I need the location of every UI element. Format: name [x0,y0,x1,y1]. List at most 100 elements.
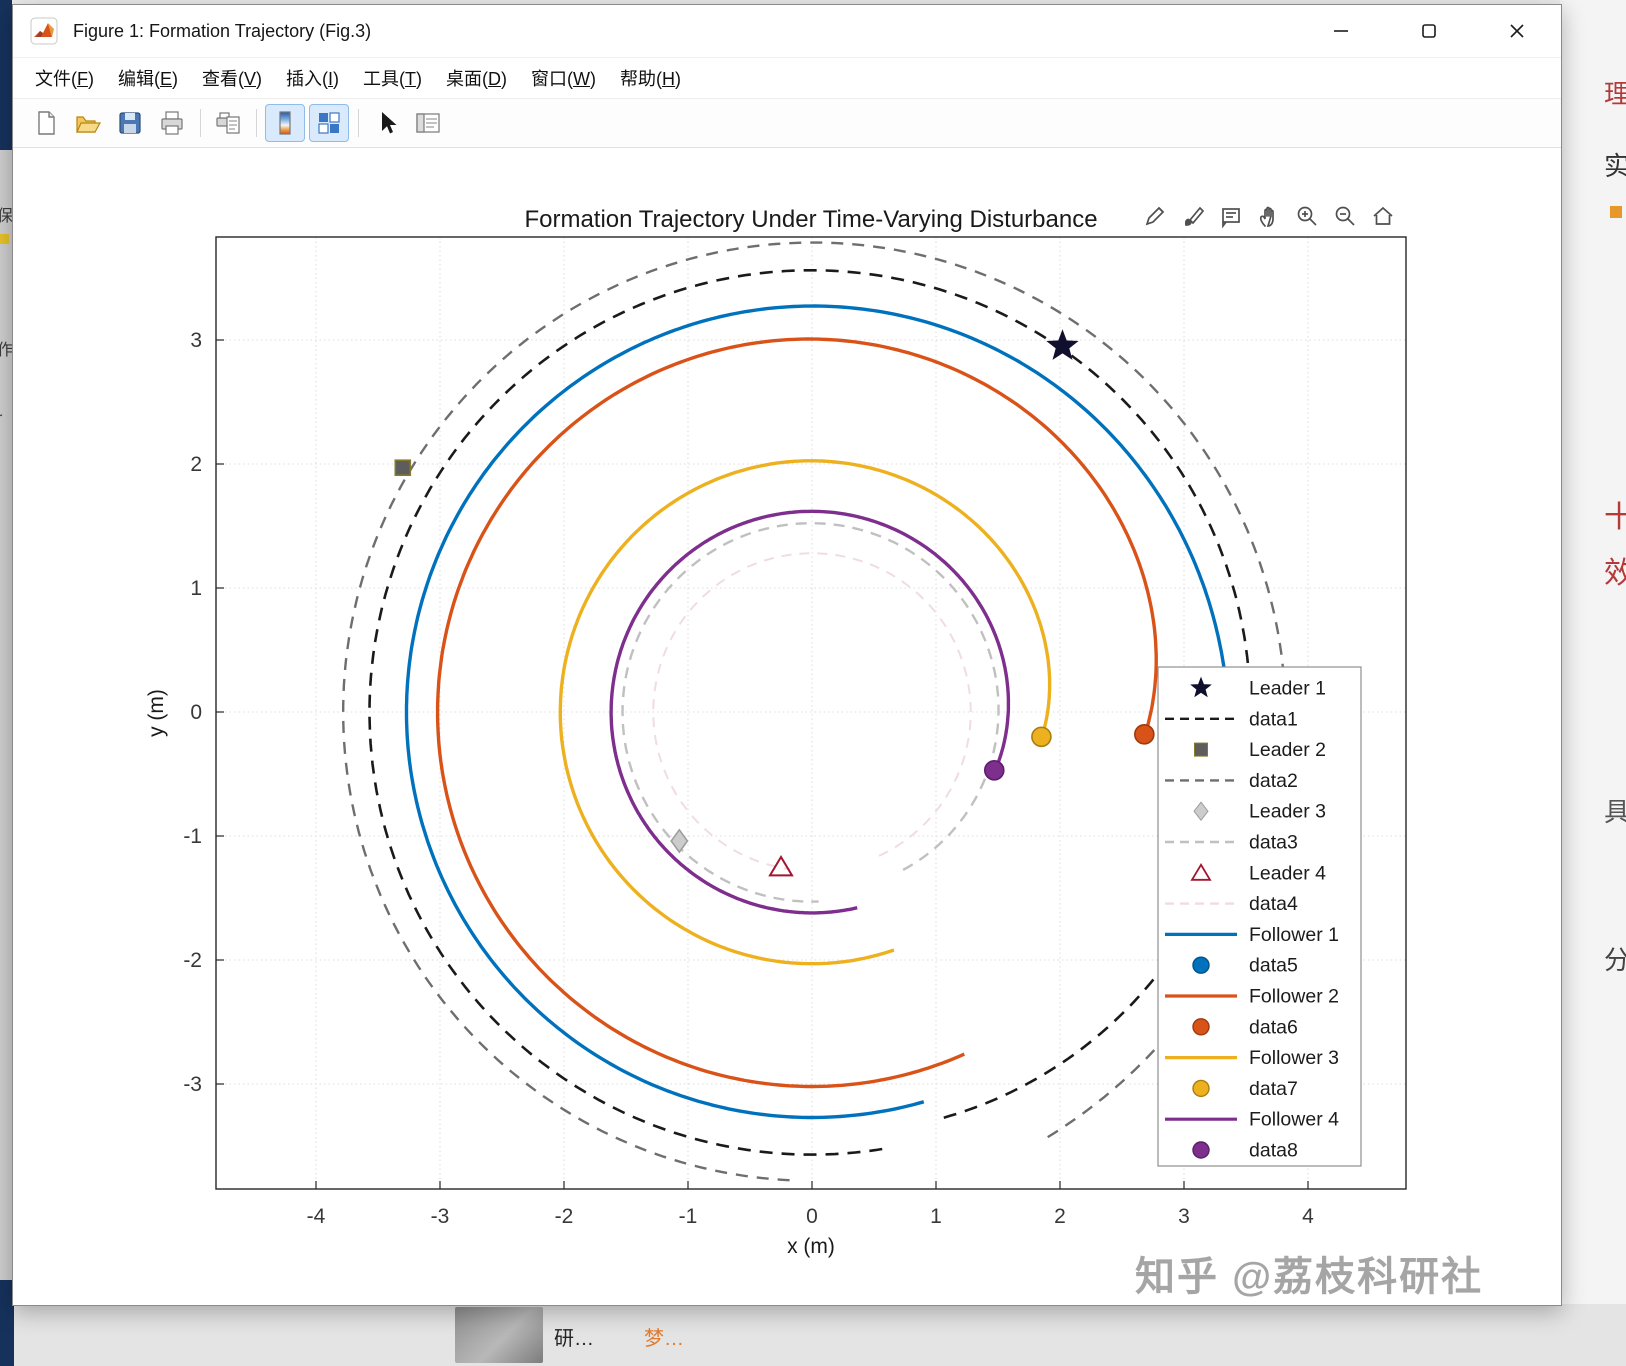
marker-leader-3 [670,828,689,854]
toolbar [13,98,1561,148]
x-tick-label: 2 [1054,1205,1066,1228]
menu-item-1[interactable]: 编辑(E) [106,60,190,96]
maximize-icon [1422,24,1436,38]
window-controls [1297,5,1561,57]
marker-data8 [983,759,1005,781]
x-tick-label: -2 [555,1205,574,1228]
brush-data-button[interactable] [1179,202,1206,229]
bottom-thumbnail [455,1307,543,1363]
marker-leader-2 [394,459,412,477]
background-right-edge: 理 实 十 效 具 分 [1560,0,1626,1366]
print-preview-button[interactable] [209,105,247,141]
trajectory-plot: -4 -3 -2 -1 0 1 2 3 4 -3 -2 -1 0 1 2 3 Formation Traject… [145,206,1407,1258]
restore-view-button[interactable] [1369,202,1396,229]
right-orange-chip [1610,206,1622,218]
background-left-edge: 保 作 r [0,0,12,1366]
x-tick-label: 0 [806,1205,818,1228]
bottom-text-fragment: 研… [554,1328,594,1350]
zoom-in-button[interactable] [1293,202,1320,229]
y-tick-label: 2 [190,453,202,476]
zoom-in-icon [1297,206,1317,226]
data-tip-icon [1221,207,1240,229]
legend[interactable]: Leader 1 data1 Leader 2 data2 Leader 3 data3 L… [1157,666,1362,1167]
colormap-editor-button[interactable] [265,104,305,142]
y-tick-label: 3 [190,329,202,352]
marker-data6 [1134,724,1155,745]
menu-item-0[interactable]: 文件(F) [23,60,106,96]
zoom-out-icon [1335,206,1355,226]
legend-label: Leader 1 [1249,678,1326,700]
print-preview-icon [216,112,240,134]
legend-label: data3 [1249,832,1298,854]
legend-label: Leader 2 [1249,739,1326,761]
menu-item-2[interactable]: 查看(V) [190,60,274,96]
matlab-figure-window: Figure 1: Formation Trajectory (Fig.3) 文… [12,4,1562,1306]
cursor-arrow-icon [382,112,397,134]
property-panel-icon [416,113,440,133]
plot-title: Formation Trajectory Under Time-Varying … [524,206,1097,233]
minimize-button[interactable] [1297,5,1385,57]
colormap-icon [279,111,291,135]
marker-leader-1 [1046,329,1079,360]
bottom-text-fragment: 梦… [644,1328,684,1350]
window-title: Figure 1: Formation Trajectory (Fig.3) [73,20,372,41]
zoom-out-button[interactable] [1331,202,1358,229]
legend-label: data4 [1249,893,1298,915]
edit-cursor-button[interactable] [367,105,405,141]
menu-item-5[interactable]: 桌面(D) [434,60,519,96]
matlab-icon [29,16,59,46]
x-tick-label: 3 [1178,1205,1190,1228]
right-text-fragment: 理 [1604,79,1626,109]
legend-label: data6 [1249,1016,1298,1038]
data-tips-button[interactable] [1217,202,1244,229]
series-data4 [652,552,972,871]
legend-label: Leader 3 [1249,801,1326,823]
left-text-fragment: 作 [0,342,12,359]
open-file-button[interactable] [69,105,107,141]
legend-label: Follower 1 [1249,924,1339,946]
menu-item-3[interactable]: 插入(I) [274,60,351,96]
screenshot-root: 保 作 r 理 实 十 效 具 分 研… 梦… Figu [0,0,1626,1366]
save-floppy-icon [119,112,141,134]
pan-button[interactable] [1255,202,1282,229]
plot-browser-button[interactable] [309,104,349,142]
y-tick-label: -3 [183,1073,202,1096]
plot-browser-icon [318,112,340,134]
open-folder-icon [76,116,102,133]
markers [394,329,1232,877]
watermark: 知乎 @荔枝科研社 [1135,1255,1484,1299]
maximize-button[interactable] [1385,5,1473,57]
toolbar-separator [200,109,201,137]
menu-bar: 文件(F) 编辑(E) 查看(V) 插入(I) 工具(T) 桌面(D) 窗口(W) 帮助(H) [13,57,1561,98]
left-navy-bar [0,0,12,150]
print-button[interactable] [153,105,191,141]
toolbar-separator [256,109,257,137]
property-panel-button[interactable] [409,105,447,141]
save-button[interactable] [111,105,149,141]
x-tick-label: 1 [930,1205,942,1228]
new-file-button[interactable] [27,105,65,141]
legend-label: data2 [1249,770,1298,792]
y-axis-label: y (m) [145,689,168,737]
edit-plot-button[interactable] [1141,202,1168,229]
close-button[interactable] [1473,5,1561,57]
right-text-fragment: 实 [1604,151,1626,181]
menu-item-6[interactable]: 窗口(W) [519,60,608,96]
title-bar[interactable]: Figure 1: Formation Trajectory (Fig.3) [13,5,1561,57]
right-text-fragment: 十 [1604,501,1626,534]
menu-item-4[interactable]: 工具(T) [351,60,434,96]
y-tick-label: -1 [183,825,202,848]
left-yellow-chip [0,234,9,244]
x-tick-label: -4 [307,1205,326,1228]
close-icon [1510,24,1524,38]
y-tick-label: -2 [183,949,202,972]
right-text-fragment: 效 [1604,557,1626,590]
legend-label: Follower 2 [1249,986,1339,1008]
legend-label: data8 [1249,1140,1298,1162]
legend-label: Follower 4 [1249,1109,1339,1131]
menu-item-7[interactable]: 帮助(H) [608,60,693,96]
y-tick-label: 1 [190,577,202,600]
series-data1 [368,269,1252,1156]
x-tick-label: -3 [431,1205,450,1228]
figure-canvas: -4 -3 -2 -1 0 1 2 3 4 -3 -2 -1 0 1 2 3 Formation Traject… [13,148,1561,1305]
